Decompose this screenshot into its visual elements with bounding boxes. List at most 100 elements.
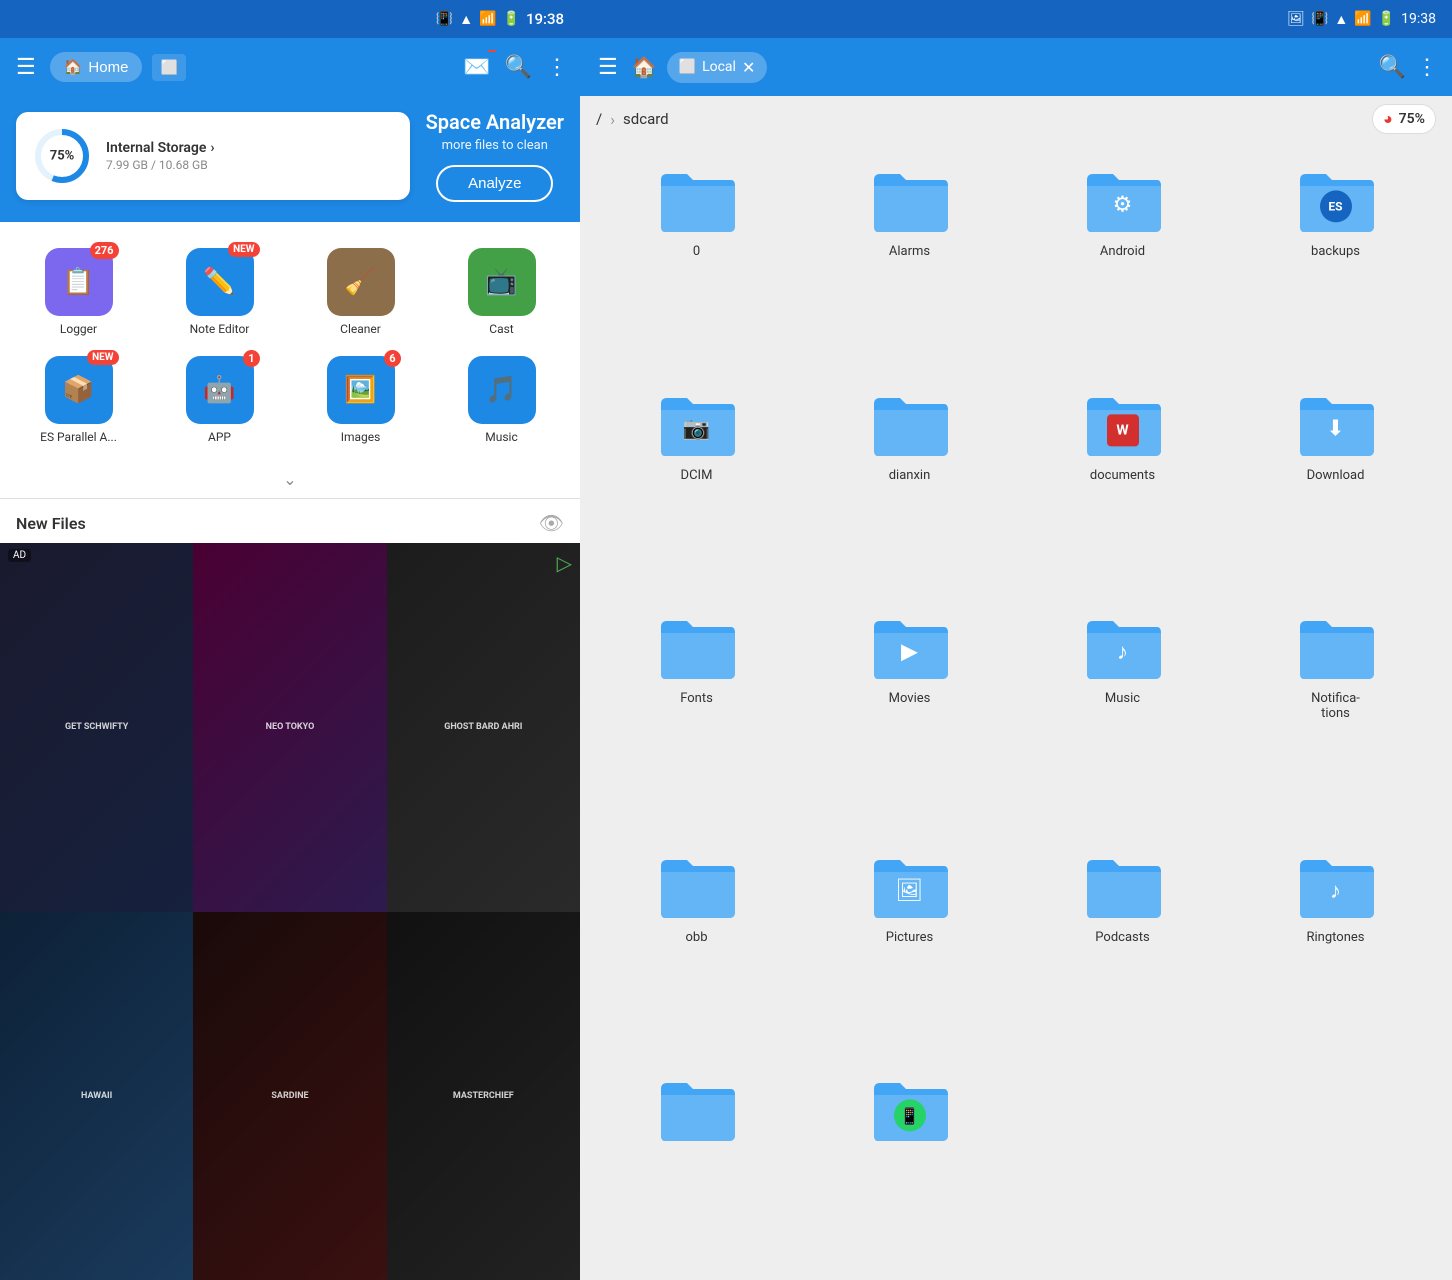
dcim-overlay-icon: 📷 bbox=[683, 416, 710, 441]
folder-extra-1[interactable] bbox=[592, 1063, 801, 1268]
local-tab: ⬜ Local ✕ bbox=[667, 52, 768, 83]
ad-cell-1: NEO TOKYO bbox=[193, 543, 386, 912]
folder-dcim[interactable]: 📷 DCIM bbox=[592, 378, 801, 598]
storage-usage-badge[interactable]: ◕ 75% bbox=[1372, 104, 1436, 134]
new-files-header: New Files 👁 bbox=[0, 499, 580, 543]
right-search-button[interactable]: 🔍 bbox=[1379, 54, 1406, 80]
folder-dianxin[interactable]: dianxin bbox=[805, 378, 1014, 598]
folder-ringtones[interactable]: ♪ Ringtones bbox=[1231, 840, 1440, 1060]
ad-cell-2: GHOST BARD AHRI bbox=[387, 543, 580, 912]
folder-documents[interactable]: W documents bbox=[1018, 378, 1227, 598]
mail-icon[interactable]: ✉️ bbox=[463, 55, 490, 80]
file-grid: 0 Alarms ⚙ Android bbox=[580, 142, 1452, 1280]
app-item-music[interactable]: 🎵 Music bbox=[431, 346, 572, 454]
folder-alarms[interactable]: Alarms bbox=[805, 154, 1014, 374]
analyze-button[interactable]: Analyze bbox=[436, 165, 553, 202]
folder-android[interactable]: ⚙ Android bbox=[1018, 154, 1227, 374]
app-item-cast[interactable]: 📺 Cast bbox=[431, 238, 572, 346]
movies-overlay-icon: ▶ bbox=[901, 640, 918, 665]
app-icon: 🤖 bbox=[186, 356, 254, 424]
local-tab-icon: ⬜ bbox=[679, 59, 696, 75]
app-item-logger[interactable]: 📋 276 Logger bbox=[8, 238, 149, 346]
eye-icon[interactable]: 👁 bbox=[539, 511, 564, 535]
analyzer-title: Space Analyzer bbox=[426, 110, 564, 134]
folder-fonts-label: Fonts bbox=[680, 691, 713, 706]
analyzer-sub: more files to clean bbox=[426, 138, 564, 153]
more-button[interactable]: ⋮ bbox=[546, 54, 568, 80]
folder-backups[interactable]: ES backups bbox=[1231, 154, 1440, 374]
images-badge: 6 bbox=[384, 350, 400, 367]
right-photo-icon: 🖼 bbox=[1287, 11, 1305, 27]
storage-card[interactable]: 75% Internal Storage › 7.99 GB / 10.68 G… bbox=[16, 112, 410, 200]
note-editor-icon: ✏️ bbox=[186, 248, 254, 316]
right-menu-button[interactable]: ☰ bbox=[594, 50, 622, 84]
home-button[interactable]: 🏠 Home bbox=[50, 52, 143, 82]
folder-podcasts-label: Podcasts bbox=[1095, 930, 1149, 945]
folder-documents-label: documents bbox=[1090, 468, 1155, 483]
app-item-images[interactable]: 🖼️ 6 Images bbox=[290, 346, 431, 454]
right-home-icon[interactable]: 🏠 bbox=[632, 55, 657, 79]
ad-cell-5: MASTERCHIEF bbox=[387, 912, 580, 1280]
download-overlay-icon: ⬇ bbox=[1326, 416, 1344, 441]
tab-switcher-button[interactable]: ⬜ bbox=[152, 54, 185, 81]
es-parallel-label: ES Parallel A... bbox=[40, 430, 117, 444]
folder-0[interactable]: 0 bbox=[592, 154, 801, 374]
ad-play-icon[interactable]: ▷ bbox=[557, 551, 572, 575]
cast-icon: 📺 bbox=[468, 248, 536, 316]
app-grid: 📋 276 Logger ✏️ NEW Note Editor 🧹 Cleane… bbox=[0, 222, 580, 462]
cleaner-label: Cleaner bbox=[340, 322, 381, 336]
folder-ringtones-label: Ringtones bbox=[1307, 930, 1365, 945]
folder-movies[interactable]: ▶ Movies bbox=[805, 601, 1014, 836]
pie-chart-icon: ◕ bbox=[1383, 109, 1393, 129]
left-panel: 📳 ▲ 📶 🔋 19:38 ☰ 🏠 Home ⬜ ✉️ 🔍 ⋮ bbox=[0, 0, 580, 1280]
right-vibrate-icon: 📳 bbox=[1311, 11, 1328, 27]
app-item-es-parallel[interactable]: 📦 NEW ES Parallel A... bbox=[8, 346, 149, 454]
folder-0-label: 0 bbox=[693, 244, 700, 259]
app-item-note-editor[interactable]: ✏️ NEW Note Editor bbox=[149, 238, 290, 346]
app-item-app[interactable]: 🤖 1 APP bbox=[149, 346, 290, 454]
folder-whatsapp[interactable]: 📱 bbox=[805, 1063, 1014, 1268]
breadcrumb-sdcard[interactable]: sdcard bbox=[623, 110, 669, 128]
vibrate-icon: 📳 bbox=[436, 11, 453, 27]
right-status-bar: 🖼 📳 ▲ 📶 🔋 19:38 bbox=[580, 0, 1452, 38]
ad-label: AD bbox=[8, 549, 31, 562]
new-files-title: New Files bbox=[16, 514, 86, 533]
left-status-bar: 📳 ▲ 📶 🔋 19:38 bbox=[0, 0, 580, 38]
right-more-button[interactable]: ⋮ bbox=[1416, 54, 1438, 80]
search-button[interactable]: 🔍 bbox=[505, 54, 532, 80]
local-tab-close[interactable]: ✕ bbox=[742, 58, 755, 77]
right-battery-icon: 🔋 bbox=[1378, 11, 1395, 27]
note-editor-badge: NEW bbox=[228, 242, 259, 257]
folder-obb[interactable]: obb bbox=[592, 840, 801, 1060]
home-icon: 🏠 bbox=[64, 58, 83, 76]
folder-music[interactable]: ♪ Music bbox=[1018, 601, 1227, 836]
ad-cell-3: HAWAII bbox=[0, 912, 193, 1280]
android-overlay-icon: ⚙ bbox=[1113, 193, 1133, 218]
folder-fonts[interactable]: Fonts bbox=[592, 601, 801, 836]
right-signal-icon: 📶 bbox=[1354, 11, 1371, 27]
folder-obb-label: obb bbox=[685, 930, 707, 945]
ad-banner: AD ▷ GET SCHWIFTY NEO TOKYO GHOST BARD A… bbox=[0, 543, 580, 1280]
left-menu-button[interactable]: ☰ bbox=[12, 50, 40, 84]
storage-title: Internal Storage › bbox=[106, 140, 394, 156]
folder-download[interactable]: ⬇ Download bbox=[1231, 378, 1440, 598]
pictures-overlay-icon: 🖼 bbox=[896, 878, 924, 903]
es-parallel-badge: NEW bbox=[87, 350, 118, 365]
ad-cell-4: SARDINE bbox=[193, 912, 386, 1280]
ad-image-grid: GET SCHWIFTY NEO TOKYO GHOST BARD AHRI H… bbox=[0, 543, 580, 1280]
folder-movies-label: Movies bbox=[889, 691, 931, 706]
left-top-bar: ☰ 🏠 Home ⬜ ✉️ 🔍 ⋮ bbox=[0, 38, 580, 96]
right-panel: 🖼 📳 ▲ 📶 🔋 19:38 ☰ 🏠 ⬜ Local ✕ 🔍 ⋮ / › sd… bbox=[580, 0, 1452, 1280]
right-top-bar: ☰ 🏠 ⬜ Local ✕ 🔍 ⋮ bbox=[580, 38, 1452, 96]
folder-dianxin-label: dianxin bbox=[889, 468, 931, 483]
folder-notifications[interactable]: Notifica-tions bbox=[1231, 601, 1440, 836]
storage-percent: 75% bbox=[50, 149, 75, 164]
breadcrumb-separator: › bbox=[610, 110, 615, 129]
folder-podcasts[interactable]: Podcasts bbox=[1018, 840, 1227, 1060]
expand-apps-button[interactable]: ⌄ bbox=[0, 462, 580, 498]
app-item-cleaner[interactable]: 🧹 Cleaner bbox=[290, 238, 431, 346]
left-time: 19:38 bbox=[526, 10, 564, 28]
folder-pictures[interactable]: 🖼 Pictures bbox=[805, 840, 1014, 1060]
circular-progress: 75% bbox=[32, 126, 92, 186]
breadcrumb-root[interactable]: / bbox=[596, 110, 602, 128]
